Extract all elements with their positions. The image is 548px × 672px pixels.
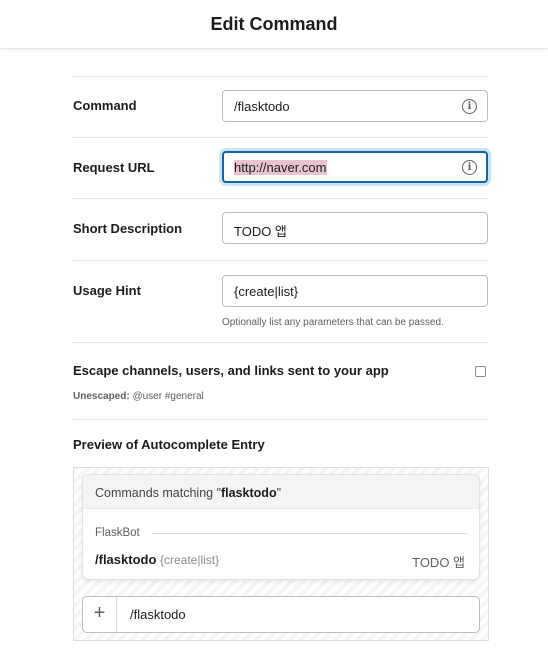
autocomplete-card: Commands matching "flasktodo" FlaskBot /…	[82, 474, 480, 580]
command-label: Command	[73, 98, 137, 113]
escape-checkbox[interactable]	[475, 366, 486, 377]
unescaped-example: @user #general	[132, 391, 204, 402]
request-url-input-value: http://naver.com	[234, 160, 327, 175]
divider	[73, 419, 488, 420]
command-input[interactable]: /flasktodo i	[222, 90, 488, 122]
composer-text: /flasktodo	[130, 607, 186, 622]
autocomplete-description: TODO 앱	[412, 555, 465, 570]
matching-prefix: Commands matching "	[95, 486, 222, 500]
divider	[73, 137, 488, 138]
short-description-input-value: TODO 앱	[234, 224, 287, 239]
divider	[73, 342, 488, 343]
divider	[73, 198, 488, 199]
preview-heading: Preview of Autocomplete Entry	[73, 437, 265, 452]
usage-hint-input-value: {create|list}	[234, 284, 299, 299]
info-icon[interactable]: i	[462, 160, 477, 175]
short-description-input[interactable]: TODO 앱	[222, 212, 488, 244]
usage-hint-helper: Optionally list any parameters that can …	[222, 317, 444, 328]
autocomplete-command[interactable]: /flasktodo	[95, 552, 156, 567]
usage-hint-input[interactable]: {create|list}	[222, 275, 488, 307]
autocomplete-hint: {create|list}	[160, 553, 220, 567]
autocomplete-matching-text: Commands matching "flasktodo"	[95, 486, 281, 500]
divider	[73, 76, 488, 77]
message-composer[interactable]: + /flasktodo	[82, 596, 480, 633]
matching-suffix: "	[276, 486, 282, 500]
modal-title: Edit Command	[210, 14, 338, 34]
info-icon[interactable]: i	[462, 99, 477, 114]
escape-label: Escape channels, users, and links sent t…	[73, 363, 389, 378]
escape-subtext: Unescaped: @user #general	[73, 391, 204, 402]
divider	[73, 260, 488, 261]
request-url-input[interactable]: http://naver.com i	[222, 151, 488, 183]
matching-term: flasktodo	[221, 486, 277, 500]
divider	[151, 533, 467, 534]
command-input-value: /flasktodo	[234, 99, 290, 114]
usage-hint-label: Usage Hint	[73, 283, 141, 298]
plus-icon[interactable]: +	[83, 597, 117, 632]
modal-header: Edit Command	[0, 0, 548, 49]
autocomplete-group-label: FlaskBot	[95, 527, 140, 539]
request-url-label: Request URL	[73, 160, 155, 175]
unescaped-prefix: Unescaped:	[73, 391, 130, 402]
short-description-label: Short Description	[73, 221, 183, 236]
autocomplete-header: Commands matching "flasktodo"	[83, 475, 479, 509]
